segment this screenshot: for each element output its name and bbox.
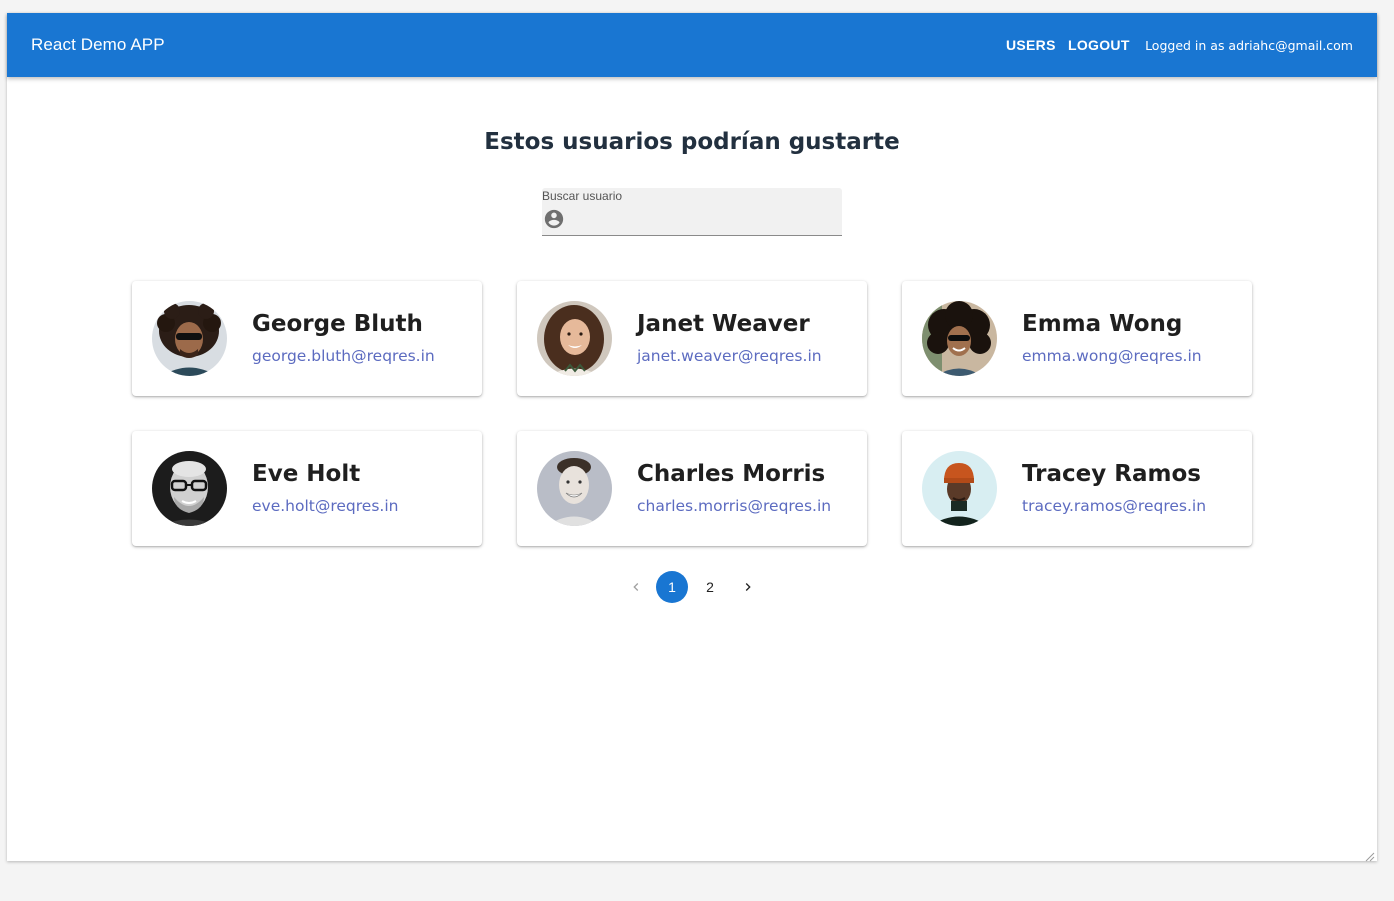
user-email[interactable]: george.bluth@reqres.in [252,347,435,365]
search-label: Buscar usuario [542,189,623,203]
user-email[interactable]: eve.holt@reqres.in [252,497,398,515]
user-name: George Bluth [252,311,423,337]
avatar [537,451,612,526]
avatar [537,301,612,376]
app-bar: React Demo APP USERS LOGOUT Logged in as… [7,13,1377,77]
app-window: React Demo APP USERS LOGOUT Logged in as… [7,13,1377,862]
search-input[interactable] [570,208,838,230]
user-card[interactable]: Emma Wong emma.wong@reqres.in [902,281,1252,396]
user-name: Tracey Ramos [1022,461,1201,487]
user-card[interactable]: Tracey Ramos tracey.ramos@reqres.in [902,431,1252,546]
avatar [922,301,997,376]
page-button-1[interactable]: 1 [656,571,688,603]
user-card[interactable]: Charles Morris charles.morris@reqres.in [517,431,867,546]
user-name: Eve Holt [252,461,361,487]
user-email[interactable]: tracey.ramos@reqres.in [1022,497,1206,515]
user-email[interactable]: charles.morris@reqres.in [637,497,831,515]
app-title: React Demo APP [31,35,165,54]
logged-in-status: Logged in as adriahc@gmail.com [1145,38,1353,53]
page-button-2[interactable]: 2 [694,571,726,603]
avatar [922,451,997,526]
nav-users-button[interactable]: USERS [1006,13,1056,77]
user-card[interactable]: Janet Weaver janet.weaver@reqres.in [517,281,867,396]
user-name: Janet Weaver [637,311,810,337]
prev-page-button[interactable] [620,571,652,603]
user-email[interactable]: emma.wong@reqres.in [1022,347,1202,365]
avatar [152,451,227,526]
page-title: Estos usuarios podrían gustarte [484,129,900,155]
user-email[interactable]: janet.weaver@reqres.in [637,347,822,365]
search-field[interactable]: Buscar usuario [542,188,842,236]
user-name: Emma Wong [1022,311,1183,337]
user-name: Charles Morris [637,461,826,487]
nav-logout-button[interactable]: LOGOUT [1068,13,1130,77]
user-card[interactable]: Eve Holt eve.holt@reqres.in [132,431,482,546]
next-page-button[interactable] [732,571,764,603]
avatar [152,301,227,376]
resize-grip-icon[interactable] [1363,847,1375,862]
user-card[interactable]: George Bluth george.bluth@reqres.in [132,281,482,396]
account-circle-icon [543,208,565,230]
